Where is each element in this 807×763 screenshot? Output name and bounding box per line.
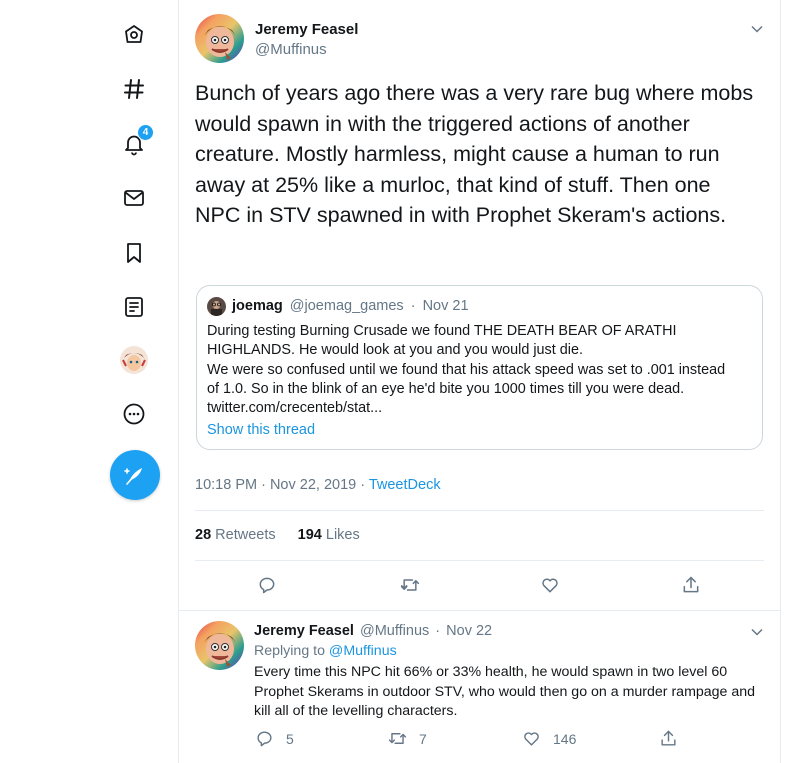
- reply-date[interactable]: Nov 22: [446, 623, 492, 639]
- tweet-timestamp: 10:18 PM · Nov 22, 2019 · TweetDeck: [195, 477, 441, 493]
- reply-author-avatar[interactable]: [195, 621, 244, 670]
- quoted-header: joemag @joemag_games · Nov 21: [232, 298, 469, 314]
- reply-icon: [259, 577, 275, 594]
- heart-icon: [542, 578, 558, 593]
- retweet-icon: [388, 733, 407, 744]
- reply-like-button[interactable]: 146: [522, 729, 576, 748]
- notifications-badge: 4: [137, 124, 154, 141]
- bookmarks-icon[interactable]: [118, 237, 150, 269]
- quoted-handle: @joemag_games: [289, 298, 404, 314]
- quoted-text-line: of 1.0. So in the blink of an eye he'd b…: [207, 380, 685, 397]
- replying-to-prefix: Replying to: [254, 643, 329, 659]
- reply-share-button[interactable]: [659, 729, 690, 748]
- reply-separator: ·: [435, 623, 441, 639]
- reply-text: Every time this NPC hit 66% or 33% healt…: [254, 664, 756, 720]
- tweet-detail-column: Jeremy Feasel @Muffinus Bunch of years a…: [178, 0, 781, 763]
- lists-icon[interactable]: [118, 291, 150, 323]
- quoted-display-name: joemag: [232, 298, 283, 314]
- reply-header: Jeremy Feasel @Muffinus · Nov 22: [254, 623, 492, 639]
- chevron-down-icon[interactable]: [750, 625, 764, 639]
- divider: [195, 510, 764, 511]
- retweet-icon: [400, 579, 420, 591]
- divider: [195, 560, 764, 561]
- retweets-stat[interactable]: 28 Retweets: [195, 527, 276, 543]
- author-display-name[interactable]: Jeremy Feasel: [255, 21, 358, 38]
- reply-retweet-button[interactable]: 7: [388, 729, 427, 748]
- show-thread-link[interactable]: Show this thread: [207, 422, 315, 438]
- compose-tweet-button[interactable]: [110, 450, 160, 500]
- replying-to-handle[interactable]: @Muffinus: [329, 643, 397, 659]
- quoted-link[interactable]: twitter.com/crecenteb/stat...: [207, 399, 752, 418]
- quoted-separator: ·: [410, 298, 416, 314]
- reply-icon: [257, 731, 272, 747]
- author-avatar[interactable]: [195, 14, 244, 63]
- quoted-date: Nov 21: [422, 298, 469, 314]
- more-icon[interactable]: [118, 398, 150, 430]
- likes-label: Likes: [325, 527, 360, 543]
- tweet-source-link[interactable]: TweetDeck: [369, 477, 441, 493]
- author-handle[interactable]: @Muffinus: [255, 41, 327, 58]
- retweet-count: 7: [419, 730, 427, 747]
- profile-avatar[interactable]: [120, 346, 148, 374]
- quoted-text: During testing Burning Crusade we found …: [207, 322, 752, 418]
- timestamp-text[interactable]: 10:18 PM · Nov 22, 2019 ·: [195, 477, 369, 493]
- messages-envelope-icon[interactable]: [118, 182, 150, 214]
- engagement-stats: 28 Retweets 194 Likes: [195, 527, 360, 543]
- quoted-tweet[interactable]: joemag @joemag_games · Nov 21 During tes…: [196, 285, 763, 450]
- reply-display-name[interactable]: Jeremy Feasel: [254, 623, 354, 639]
- reply-button[interactable]: [255, 573, 279, 597]
- explore-hashtag-icon[interactable]: [118, 73, 150, 105]
- quoted-text-line: We were so confused until we found that …: [207, 361, 726, 378]
- compose-tweet-icon: [124, 468, 142, 485]
- main-tweet: Jeremy Feasel @Muffinus Bunch of years a…: [179, 0, 780, 611]
- likes-stat[interactable]: 194 Likes: [298, 527, 360, 543]
- heart-icon: [524, 732, 539, 746]
- reply-handle[interactable]: @Muffinus: [360, 623, 429, 639]
- chevron-down-icon[interactable]: [750, 22, 764, 36]
- share-icon: [683, 576, 699, 593]
- quoted-text-line: During testing Burning Crusade we found …: [207, 323, 677, 339]
- like-count: 146: [553, 730, 577, 747]
- retweets-label: Retweets: [215, 527, 276, 543]
- share-icon: [661, 730, 676, 746]
- sidebar-nav: 4: [0, 0, 178, 763]
- quoted-text-line: HIGHLANDS. He would look at you and you …: [207, 342, 583, 359]
- like-button[interactable]: [538, 573, 562, 597]
- share-button[interactable]: [679, 573, 703, 597]
- reply-reply-button[interactable]: 5: [255, 729, 294, 748]
- tweet-text: Bunch of years ago there was a very rare…: [195, 81, 754, 227]
- home-icon[interactable]: [118, 18, 150, 50]
- quoted-author-avatar: [207, 297, 226, 316]
- retweets-count: 28: [195, 527, 212, 543]
- retweet-button[interactable]: [398, 573, 422, 597]
- reply-count: 5: [286, 730, 294, 747]
- replying-to: Replying to @Muffinus: [254, 643, 397, 659]
- likes-count: 194: [297, 527, 322, 543]
